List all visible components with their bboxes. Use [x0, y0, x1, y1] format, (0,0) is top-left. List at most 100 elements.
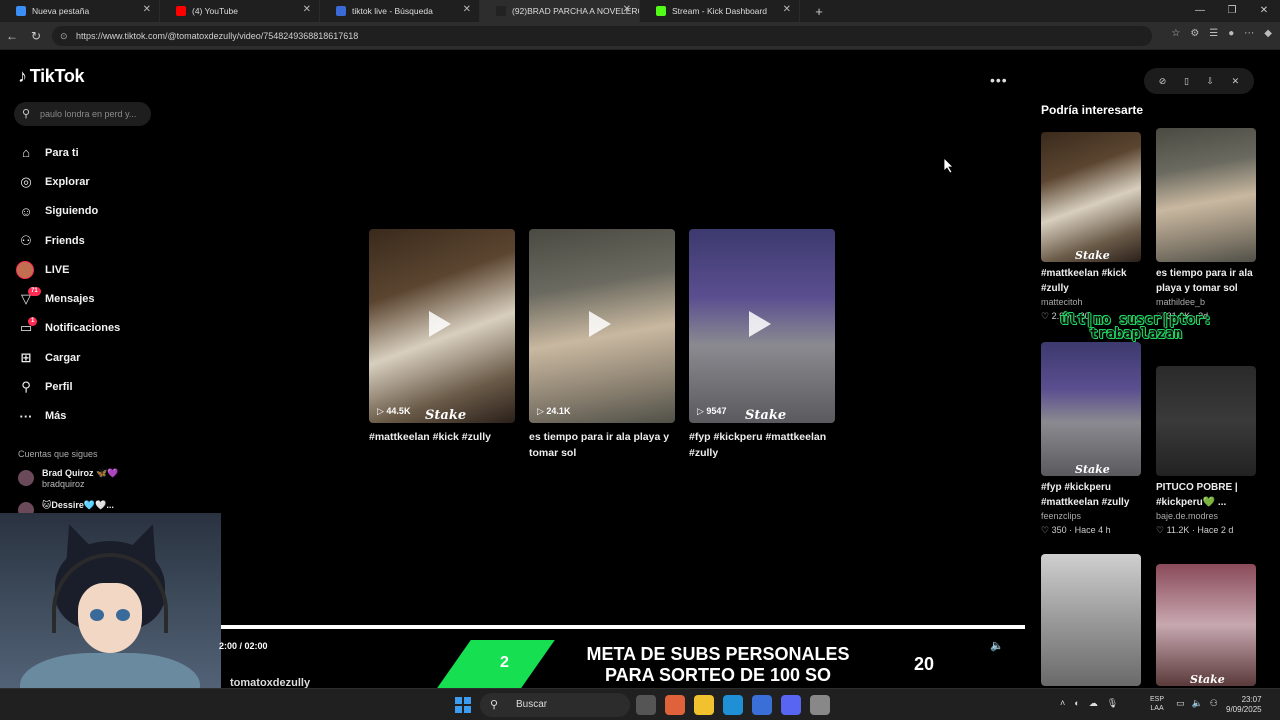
- tiktok-logo[interactable]: ♪ TikTok: [18, 66, 85, 87]
- recommended-video[interactable]: es tiempo para ir ala playa y tomar sol …: [1156, 128, 1256, 323]
- recommended-title[interactable]: #fyp #kickperu #mattkeelan #zully: [1041, 480, 1141, 510]
- video-card[interactable]: ▷ 24.1K es tiempo para ir ala playa y to…: [529, 229, 675, 461]
- phone-icon[interactable]: ▯: [1184, 76, 1189, 87]
- store-icon[interactable]: [752, 695, 772, 715]
- taskbar-search[interactable]: ⚲ Buscar: [480, 693, 630, 717]
- recommended-video[interactable]: Stake #fyp #kickperu #mattkeelan #zully …: [1041, 342, 1141, 537]
- sidebar-nav: ⌂ Para ti ◎ Explorar ☺ Siguiendo ⚇ Friends LIVE ▽…: [16, 138, 120, 431]
- recommended-thumbnail[interactable]: [1156, 366, 1256, 476]
- video-timecode: 2:00 / 02:00: [219, 641, 268, 651]
- video-title[interactable]: #mattkeelan #kick #zully: [369, 429, 515, 445]
- window-controls: — ❐ ✕: [1184, 0, 1280, 22]
- clock[interactable]: 23:07 9/09/2025: [1226, 695, 1262, 715]
- browser-tab[interactable]: (92)BRAD PARCHA A NOVELERO :(✕: [480, 0, 640, 22]
- app-icon[interactable]: [810, 695, 830, 715]
- task-view-icon[interactable]: [636, 695, 656, 715]
- close-window-icon[interactable]: ✕: [1248, 0, 1280, 22]
- collections-icon[interactable]: ☰: [1209, 28, 1218, 39]
- video-title[interactable]: #fyp #kickperu #mattkeelan #zully: [689, 429, 835, 461]
- maximize-icon[interactable]: ❐: [1216, 0, 1248, 22]
- cloud-icon[interactable]: ☁: [1089, 698, 1098, 709]
- recommended-thumbnail[interactable]: [1156, 128, 1256, 262]
- recommended-thumbnail[interactable]: [1041, 554, 1141, 686]
- search-icon: ⚲: [22, 108, 31, 120]
- new-tab-icon[interactable]: +: [808, 4, 830, 19]
- file-explorer-icon[interactable]: [694, 695, 714, 715]
- close-tab-icon[interactable]: ✕: [463, 4, 471, 15]
- recommended-thumbnail[interactable]: Stake: [1156, 564, 1256, 686]
- sidebar-item-live[interactable]: LIVE: [16, 255, 120, 284]
- sidebar-item-siguiendo[interactable]: ☺ Siguiendo: [16, 197, 120, 226]
- mic-icon[interactable]: 🎙: [1107, 698, 1118, 709]
- video-thumbnail[interactable]: ▷ 24.1K: [529, 229, 675, 423]
- sidebar-item-notificaciones[interactable]: ▭ 1 Notificaciones: [16, 314, 120, 343]
- player-actions-bar: ⊘ ▯ ⇩ ✕: [1144, 68, 1254, 94]
- close-tab-icon[interactable]: ✕: [783, 4, 791, 15]
- browser-tab[interactable]: Nueva pestaña ✕: [0, 0, 160, 22]
- sidebar-item-friends[interactable]: ⚇ Friends: [16, 226, 120, 255]
- recommended-thumbnail[interactable]: Stake: [1041, 132, 1141, 262]
- video-title[interactable]: es tiempo para ir ala playa y tomar sol: [529, 429, 675, 461]
- video-card[interactable]: ▷ 9547 Stake #fyp #kickperu #mattkeelan …: [689, 229, 835, 461]
- download-icon[interactable]: ⇩: [1206, 76, 1214, 87]
- tab-favicon-icon: [336, 6, 346, 16]
- video-progress-bar[interactable]: [221, 625, 1025, 629]
- quick-settings[interactable]: ▭ 🔈 ⚇: [1176, 698, 1218, 709]
- sidebar-item-cargar[interactable]: ⊞ Cargar: [16, 343, 120, 372]
- tray-app-icon[interactable]: ◐: [1074, 698, 1079, 709]
- recommended-thumbnail[interactable]: Stake: [1041, 342, 1141, 476]
- sidebar-item-explorar[interactable]: ◎ Explorar: [16, 167, 120, 196]
- sidebar-item-mensajes[interactable]: ▽ 71 Mensajes: [16, 284, 120, 313]
- sidebar-item-para-ti[interactable]: ⌂ Para ti: [16, 138, 120, 167]
- upload-icon: ⊞: [20, 349, 32, 365]
- back-icon[interactable]: ←: [0, 29, 24, 43]
- copilot-icon[interactable]: ◆: [1264, 28, 1272, 39]
- stake-watermark: Stake: [1190, 673, 1225, 686]
- language-line: ESP: [1150, 696, 1165, 703]
- menu-icon[interactable]: ⋯: [1244, 28, 1254, 39]
- video-thumbnail[interactable]: ▷ 9547 Stake: [689, 229, 835, 423]
- recommended-author[interactable]: mattecitoh: [1041, 296, 1141, 309]
- close-tab-icon[interactable]: ✕: [143, 4, 151, 15]
- discord-icon[interactable]: [781, 695, 801, 715]
- profile-avatar-icon[interactable]: ●: [1228, 28, 1234, 39]
- reload-icon[interactable]: ↻: [24, 29, 48, 43]
- windows-start-icon[interactable]: [455, 697, 471, 713]
- close-tab-icon[interactable]: ✕: [303, 4, 311, 15]
- recommended-title[interactable]: #mattkeelan #kick #zully: [1041, 266, 1141, 296]
- video-card[interactable]: ▷ 44.5K Stake #mattkeelan #kick #zully: [369, 229, 515, 445]
- recommended-video[interactable]: PITUCO POBRE | #kickperu💚 ... baje.de.mo…: [1156, 366, 1256, 537]
- sidebar-item-perfil[interactable]: ⚲ Perfil: [16, 372, 120, 401]
- recommended-video[interactable]: [1041, 554, 1141, 686]
- video-thumbnail[interactable]: ▷ 44.5K Stake: [369, 229, 515, 423]
- chevron-up-icon[interactable]: ˄: [1060, 698, 1065, 709]
- language-indicator[interactable]: ESP LAA: [1150, 695, 1164, 713]
- favorite-icon[interactable]: ☆: [1171, 28, 1180, 39]
- recommended-author[interactable]: mathildee_b: [1156, 296, 1256, 309]
- recommended-title[interactable]: PITUCO POBRE | #kickperu💚 ...: [1156, 480, 1256, 510]
- volume-icon[interactable]: 🔈: [990, 639, 1004, 652]
- browser-tab[interactable]: Stream - Kick Dashboard ✕: [640, 0, 800, 22]
- close-icon[interactable]: ✕: [1232, 76, 1240, 87]
- edge-icon[interactable]: [723, 695, 743, 715]
- copilot-app-icon[interactable]: [665, 695, 685, 715]
- url-field[interactable]: ⊙ https://www.tiktok.com/@tomatoxdezully…: [52, 26, 1152, 46]
- recommended-title[interactable]: es tiempo para ir ala playa y tomar sol: [1156, 266, 1256, 296]
- minimize-icon[interactable]: —: [1184, 0, 1216, 22]
- browser-tab[interactable]: tiktok live - Búsqueda ✕: [320, 0, 480, 22]
- search-input[interactable]: ⚲ paulo londra en perd y...: [14, 102, 151, 126]
- recommended-author[interactable]: baje.de.modres: [1156, 510, 1256, 523]
- live-avatar-icon: [16, 260, 34, 279]
- more-options-icon[interactable]: •••: [990, 72, 1008, 88]
- recommended-video[interactable]: Stake: [1156, 564, 1256, 686]
- sidebar-item-m-s[interactable]: ··· Más: [16, 402, 120, 431]
- browser-tab[interactable]: (4) YouTube ✕: [160, 0, 320, 22]
- extensions-icon[interactable]: ⚙: [1190, 28, 1199, 39]
- recommended-author[interactable]: feenzclips: [1041, 510, 1141, 523]
- link-icon[interactable]: ⊘: [1159, 76, 1167, 87]
- notification-badge: 71: [28, 287, 41, 297]
- recommended-video[interactable]: Stake #mattkeelan #kick #zully mattecito…: [1041, 132, 1141, 323]
- close-tab-icon[interactable]: ✕: [623, 4, 631, 15]
- following-user[interactable]: Brad Quiroz 🦋💜 bradquiroz: [18, 468, 118, 489]
- tab-favicon-icon: [496, 6, 506, 16]
